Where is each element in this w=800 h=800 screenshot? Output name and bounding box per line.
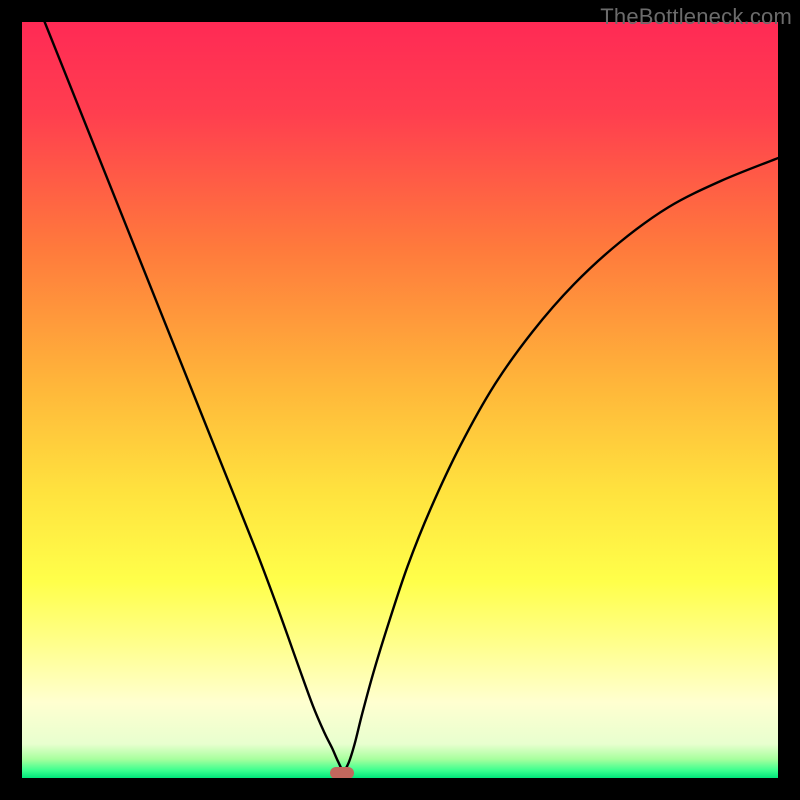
watermark-text: TheBottleneck.com xyxy=(600,4,792,30)
chart-frame: TheBottleneck.com xyxy=(0,0,800,800)
plot-area xyxy=(22,22,778,778)
optimum-marker xyxy=(330,767,354,778)
bottleneck-curve xyxy=(22,22,778,778)
